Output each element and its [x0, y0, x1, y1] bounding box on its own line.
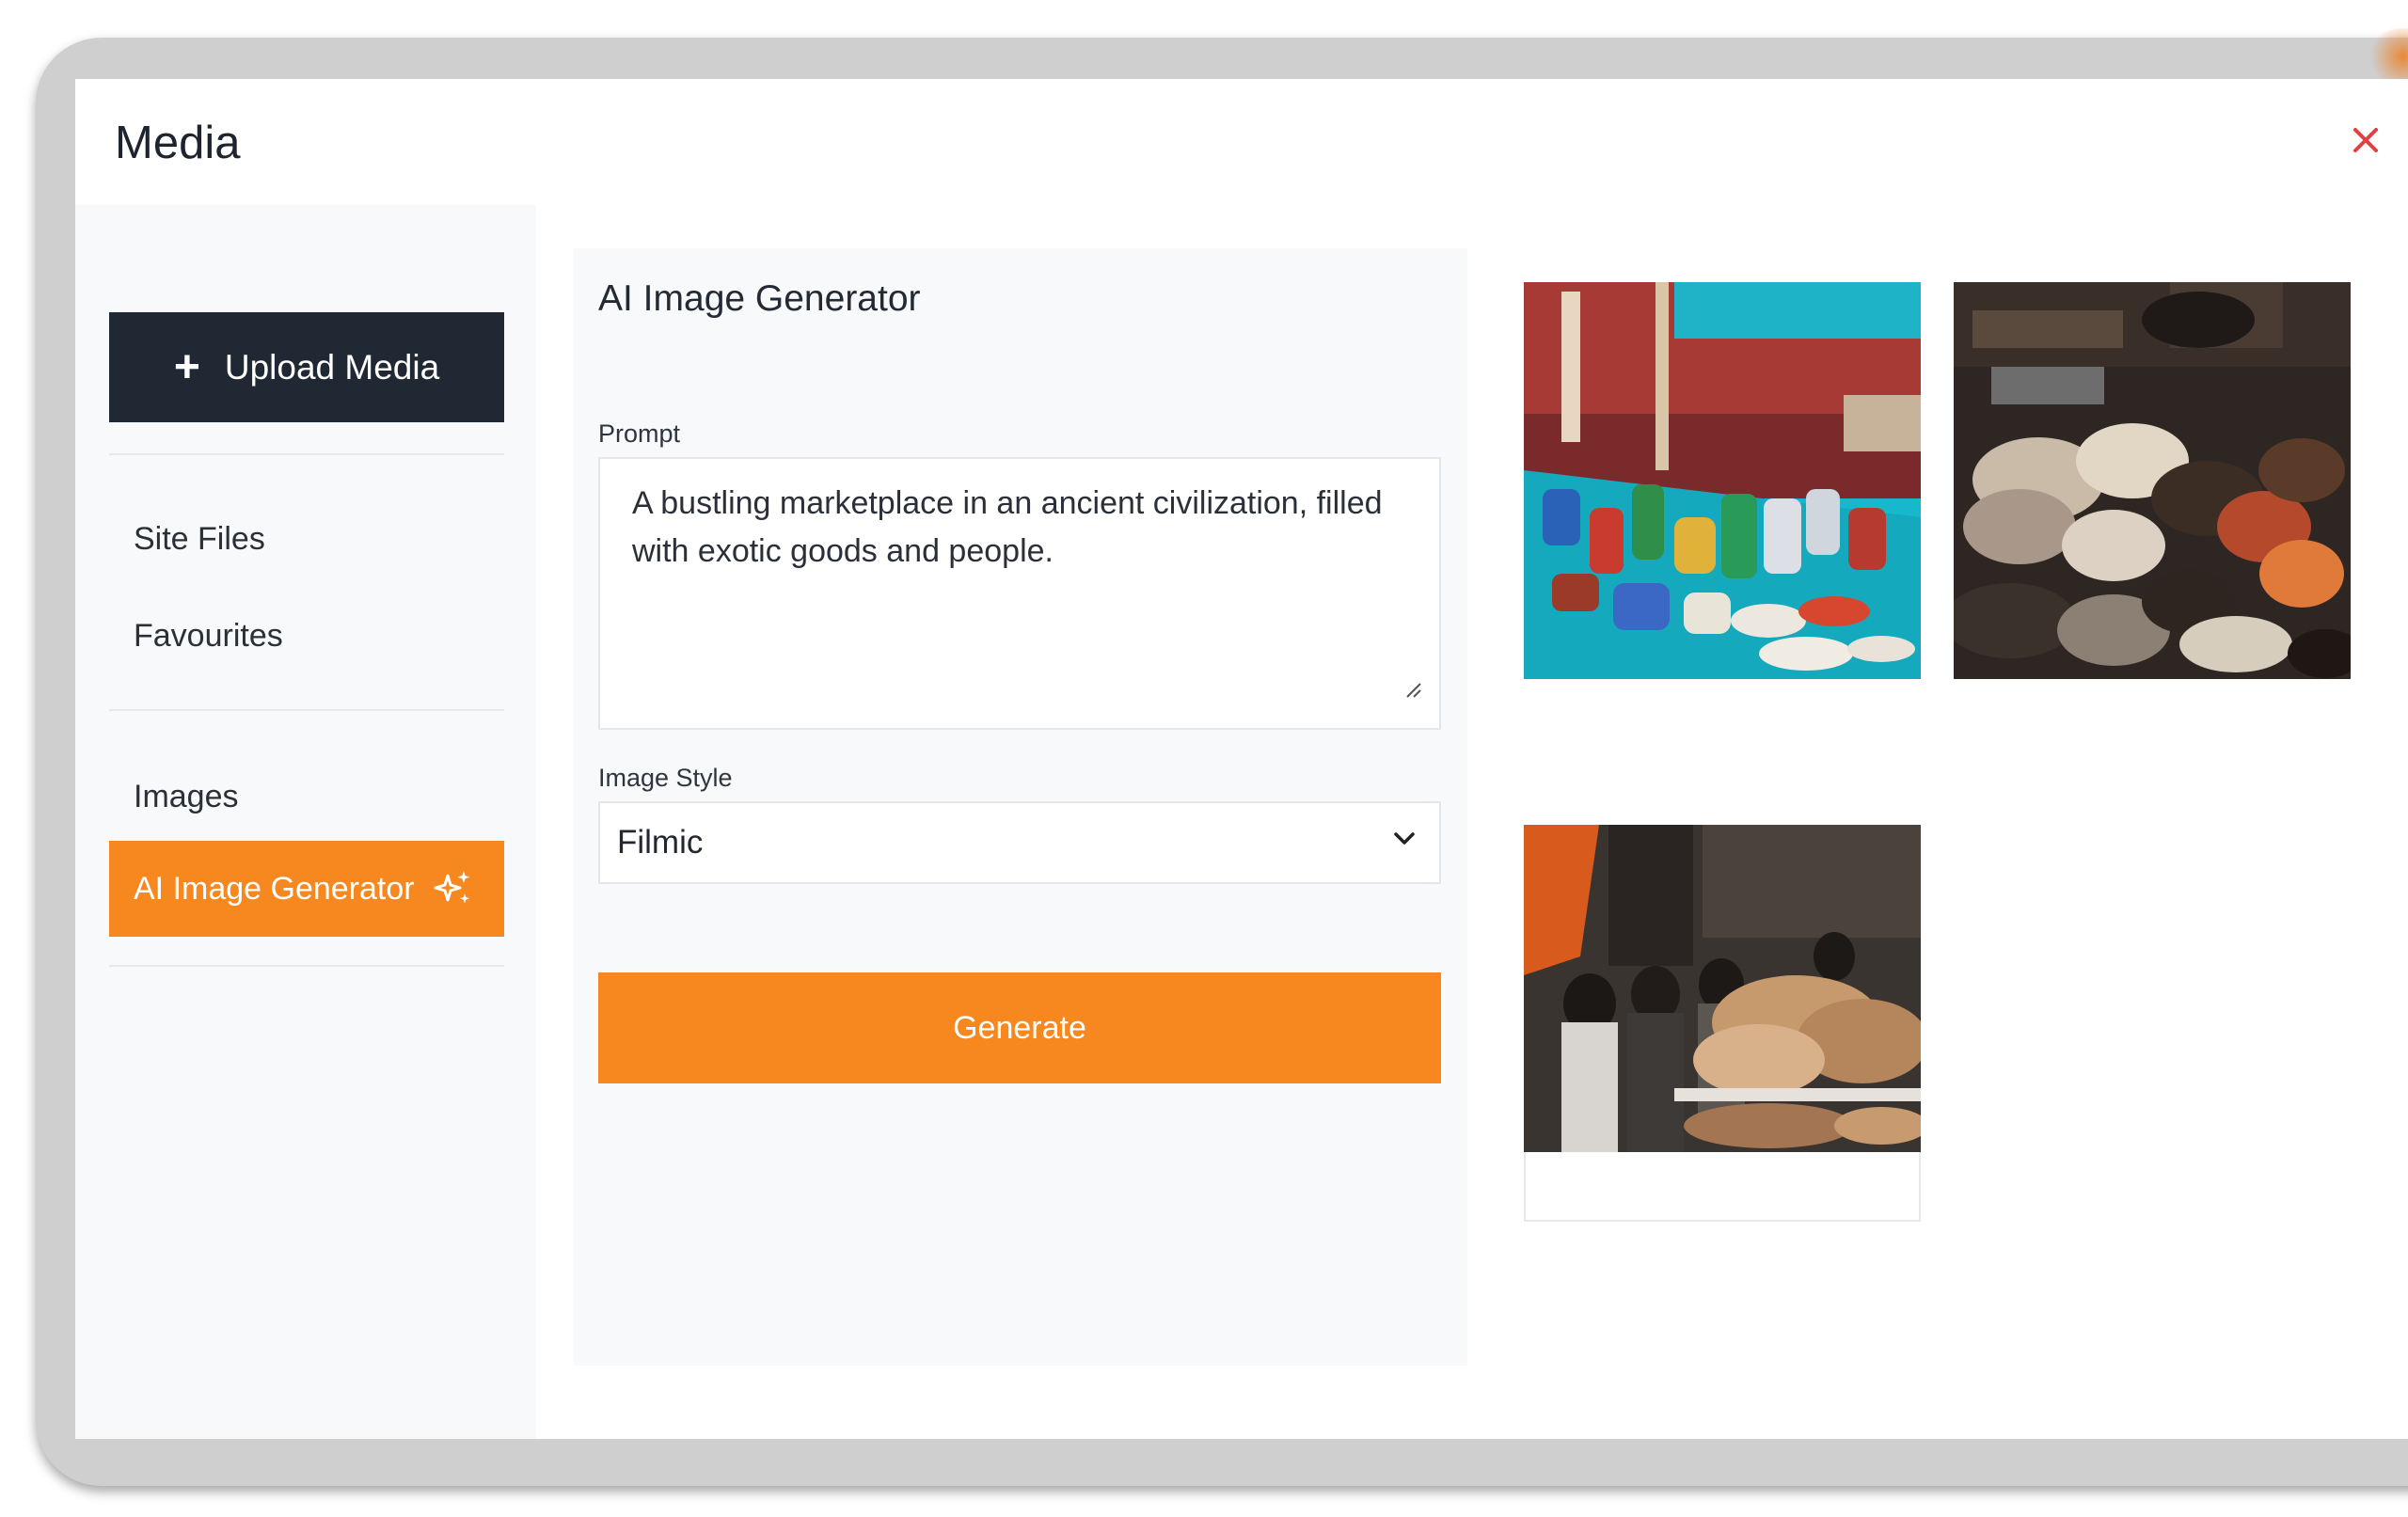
- prompt-label: Prompt: [598, 419, 681, 448]
- close-icon[interactable]: [2342, 117, 2389, 164]
- generator-panel: AI Image Generator Prompt A bustling mar…: [574, 248, 1467, 1366]
- sidebar-item-label: Site Files: [134, 520, 265, 557]
- marketplace-image-3[interactable]: [1524, 825, 1921, 1152]
- modal-title: Media: [115, 118, 241, 168]
- sidebar-item-label: AI Image Generator: [134, 870, 415, 907]
- generate-button[interactable]: Generate: [598, 972, 1441, 1083]
- upload-media-label: Upload Media: [224, 347, 440, 387]
- marketplace-image-2[interactable]: [1954, 282, 2351, 679]
- prompt-textarea[interactable]: A bustling marketplace in an ancient civ…: [598, 457, 1441, 730]
- sidebar-divider: [109, 453, 504, 455]
- sidebar-item-label: Favourites: [134, 617, 283, 654]
- image-style-select[interactable]: Filmic: [598, 801, 1441, 884]
- prompt-text: A bustling marketplace in an ancient civ…: [632, 485, 1383, 569]
- marketplace-image-1[interactable]: [1524, 282, 1921, 679]
- plus-icon: +: [173, 341, 200, 392]
- sidebar-divider: [109, 709, 504, 711]
- sidebar-item-label: Images: [134, 778, 239, 814]
- media-modal: Media + Upload Media Site Files Favourit…: [75, 79, 2408, 1439]
- sparkle-icon: [432, 867, 475, 910]
- sidebar-item-favourites[interactable]: Favourites: [109, 593, 504, 678]
- image-style-value: Filmic: [617, 824, 704, 861]
- sidebar-item-images[interactable]: Images: [109, 754, 504, 839]
- sidebar-item-ai-image-generator[interactable]: AI Image Generator: [109, 841, 504, 937]
- resize-handle-icon[interactable]: [1402, 667, 1424, 715]
- upload-media-button[interactable]: + Upload Media: [109, 312, 504, 422]
- panel-title: AI Image Generator: [598, 278, 921, 319]
- sidebar: + Upload Media Site Files Favourites Ima…: [75, 205, 536, 1439]
- image-style-label: Image Style: [598, 764, 733, 792]
- sidebar-item-site-files[interactable]: Site Files: [109, 497, 504, 581]
- sidebar-divider: [109, 965, 504, 967]
- chevron-down-icon: [1390, 824, 1418, 861]
